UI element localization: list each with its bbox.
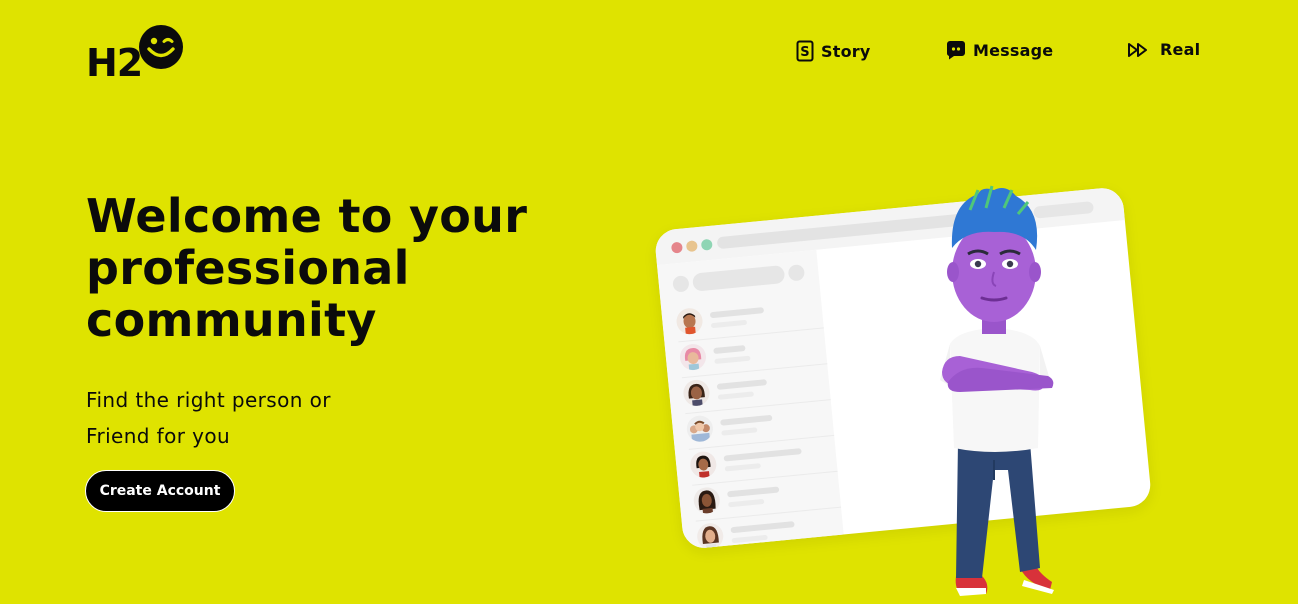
nav-item-real[interactable]: Real (1127, 40, 1200, 59)
contact-name-placeholder (709, 307, 765, 319)
contact-preview-placeholder (728, 498, 765, 508)
nav-item-message[interactable]: Message (946, 40, 1053, 60)
window-close-dot (670, 241, 683, 254)
chat-sidebar (657, 249, 846, 550)
fast-forward-icon (1128, 42, 1147, 57)
contact-preview-placeholder (714, 355, 751, 365)
browser-mockup (653, 186, 1153, 550)
window-maximize-dot (700, 238, 713, 251)
hero-subtitle: Find the right person or Friend for you (86, 382, 331, 454)
nav-label-message: Message (973, 40, 1054, 60)
chat-bubble-icon (946, 41, 965, 60)
contact-preview-placeholder (731, 534, 768, 544)
sidebar-profile-dot (672, 275, 690, 293)
sidebar-compose-dot (787, 264, 806, 282)
nav-label-real: Real (1160, 40, 1201, 59)
bitmoji-woman-brown-hair-avatar (696, 522, 725, 550)
sidebar-search-pill (691, 264, 786, 292)
hero-title-line: community (86, 293, 377, 347)
hero-subtitle-line: Find the right person or (86, 388, 331, 412)
nav-item-story[interactable]: S Story (796, 40, 870, 62)
hero-title-line: Welcome to your (86, 189, 528, 243)
contact-name-placeholder (716, 379, 768, 390)
contact-name-placeholder (713, 345, 746, 355)
bitmoji-woman-avatar (682, 378, 711, 408)
contact-preview-placeholder (710, 319, 748, 329)
hero-title: Welcome to your professional community (86, 190, 556, 346)
story-s-icon: S (796, 40, 814, 62)
contact-preview-placeholder (721, 427, 758, 436)
contact-name-placeholder (727, 486, 780, 498)
contact-preview-placeholder (724, 463, 761, 472)
window-minimize-dot (685, 240, 698, 253)
contact-name-placeholder (730, 521, 795, 534)
bitmoji-man-avatar (675, 307, 704, 336)
top-nav: S Story Message Real (0, 40, 1298, 66)
create-account-button[interactable]: Create Account (85, 470, 235, 512)
contact-preview-placeholder (717, 391, 755, 400)
purple-bitmoji-character (940, 185, 1054, 596)
svg-text:S: S (800, 45, 810, 60)
contact-name-placeholder (723, 448, 802, 462)
hero-subtitle-line: Friend for you (86, 424, 231, 448)
bitmoji-pink-hair-avatar (678, 342, 708, 372)
contact-name-placeholder (720, 414, 773, 426)
hero-title-line: professional (86, 241, 410, 295)
bitmoji-woman-dark-hair-avatar (692, 486, 721, 515)
nav-label-story: Story (821, 41, 871, 61)
bitmoji-group-avatar (685, 414, 715, 443)
hero-illustration (650, 180, 1170, 604)
bitmoji-woman-red-avatar (689, 450, 718, 479)
